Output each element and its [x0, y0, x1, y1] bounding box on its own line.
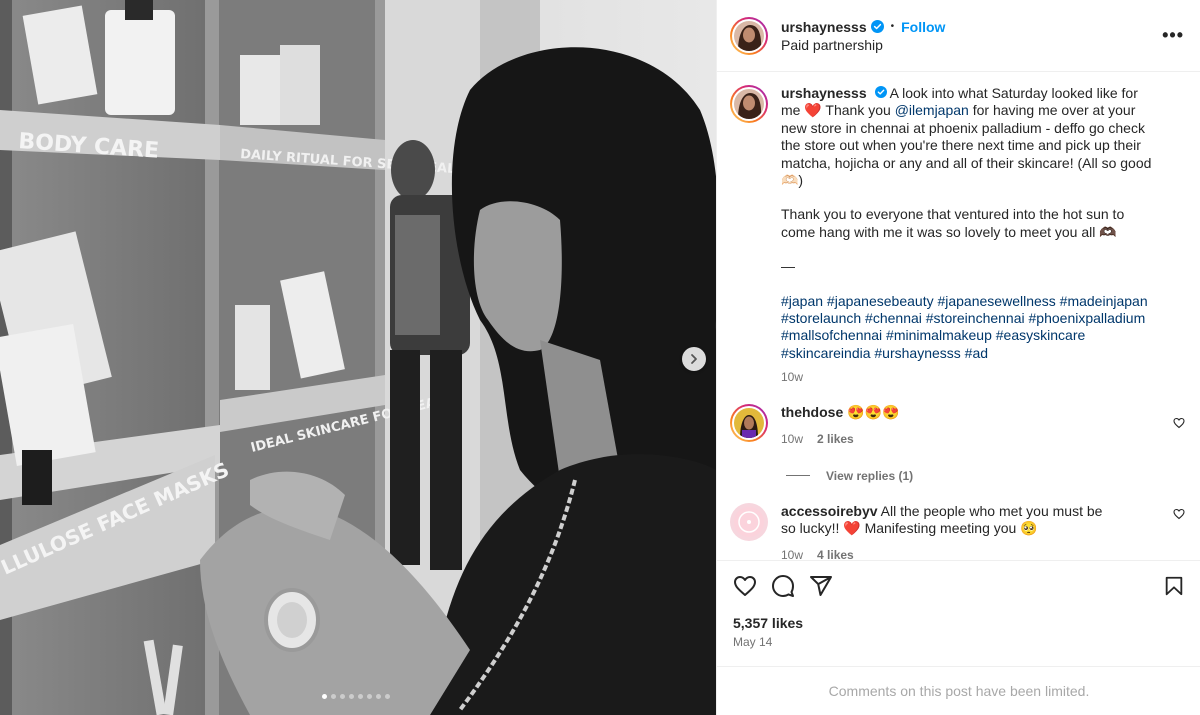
share-icon[interactable]	[809, 574, 833, 601]
comment-username[interactable]: accessoirebyv	[781, 503, 878, 519]
carousel-dot	[349, 694, 354, 699]
caption-paragraph: Thank you to everyone that ventured into…	[781, 206, 1125, 240]
carousel-indicator	[322, 694, 390, 699]
paid-partnership-label[interactable]: Paid partnership	[781, 36, 945, 54]
comment-likes[interactable]: 2 likes	[817, 431, 854, 448]
carousel-dot	[322, 694, 327, 699]
post-viewer: BODY CARE DAILY RITUAL FOR SELF-HEALING …	[0, 0, 1200, 715]
carousel-dot	[376, 694, 381, 699]
more-options-icon[interactable]: •••	[1162, 25, 1184, 46]
comment-item: thehdose 😍😍😍 10w 2 likes	[730, 403, 1185, 449]
verified-badge-icon	[870, 20, 884, 33]
photo-scene: BODY CARE DAILY RITUAL FOR SELF-HEALING …	[0, 0, 716, 715]
carousel-dot	[358, 694, 363, 699]
avatar[interactable]	[730, 502, 768, 541]
caption-time[interactable]: 10w	[781, 369, 803, 386]
chevron-right-icon	[691, 354, 697, 364]
caption-divider: —	[781, 258, 795, 275]
likes-count[interactable]: 5,357 likes	[733, 615, 1185, 631]
post-photo[interactable]: BODY CARE DAILY RITUAL FOR SELF-HEALING …	[0, 0, 716, 715]
caption: urshaynesss A look into what Saturday lo…	[730, 85, 1185, 387]
comment-username[interactable]: thehdose	[781, 404, 843, 420]
comment-like-icon[interactable]	[1173, 507, 1185, 523]
comment-time[interactable]: 10w	[781, 431, 803, 448]
bookmark-icon[interactable]	[1163, 575, 1185, 600]
heart-icon[interactable]	[733, 574, 757, 601]
post-actions: 5,357 likes May 14	[717, 560, 1200, 649]
verified-badge-icon	[874, 86, 887, 98]
comment-icon[interactable]	[771, 574, 795, 601]
post-date[interactable]: May 14	[733, 635, 1185, 649]
mention-link[interactable]: @ilemjapan	[895, 102, 969, 118]
carousel-dot	[367, 694, 372, 699]
author-username[interactable]: urshaynesss	[781, 18, 867, 36]
caption-hashtags[interactable]: #japan #japanesebeauty #japanesewellness…	[781, 293, 1155, 363]
carousel-dot	[340, 694, 345, 699]
post-header: urshaynesss • Follow Paid partnership ••…	[717, 0, 1200, 72]
avatar[interactable]	[730, 16, 768, 55]
carousel-dot	[331, 694, 336, 699]
separator-dot: •	[890, 20, 895, 32]
view-replies-label: View replies (1)	[826, 468, 914, 483]
caption-username[interactable]: urshaynesss	[781, 85, 867, 101]
caption-text: Thank you	[825, 102, 895, 119]
view-replies-button[interactable]: View replies (1)	[786, 469, 1185, 483]
avatar[interactable]	[730, 85, 768, 123]
comment-text: 😍😍😍	[847, 403, 900, 420]
comments-section[interactable]: urshaynesss A look into what Saturday lo…	[717, 72, 1200, 560]
post-details-panel: urshaynesss • Follow Paid partnership ••…	[716, 0, 1200, 715]
comment-likes[interactable]: 4 likes	[817, 547, 854, 560]
carousel-dot	[385, 694, 390, 699]
comment-item: accessoirebyv All the people who met you…	[730, 502, 1185, 560]
follow-button[interactable]: Follow	[901, 18, 945, 36]
comment-like-icon[interactable]	[1173, 416, 1185, 432]
carousel-next-button[interactable]	[682, 347, 706, 371]
comment-time[interactable]: 10w	[781, 547, 803, 560]
heart-emoji: ❤️	[804, 102, 822, 119]
avatar[interactable]	[730, 403, 768, 442]
comments-limited-notice: Comments on this post have been limited.	[717, 666, 1200, 715]
